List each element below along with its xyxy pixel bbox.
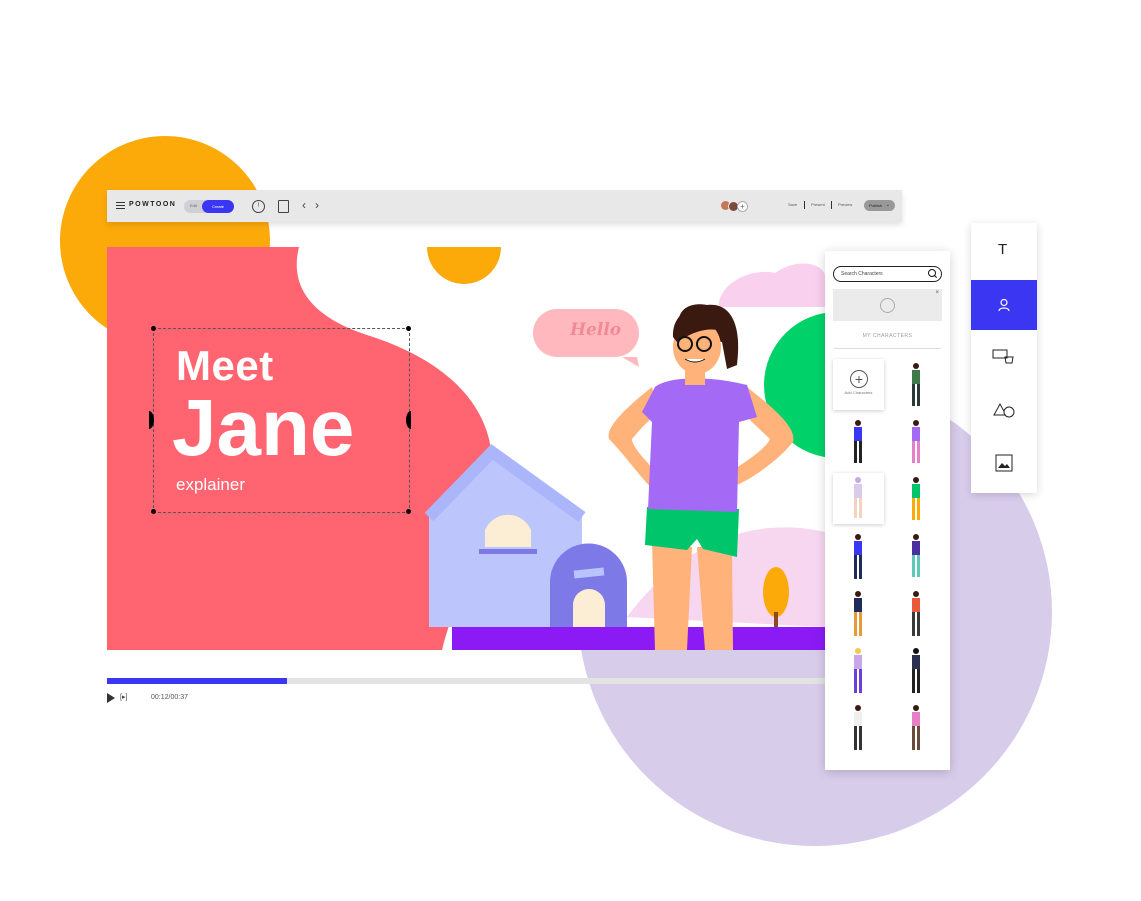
character-thumbnail <box>854 591 862 636</box>
characters-panel: Search Characters × MY CHARACTERS + Add … <box>825 251 950 770</box>
shapes-icon <box>993 402 1015 418</box>
redo-chevron-right-icon[interactable]: › <box>315 198 319 212</box>
person-icon <box>998 298 1010 312</box>
character-thumbnail <box>912 591 920 636</box>
ground-strip <box>452 627 825 650</box>
edit-mode-label[interactable]: Edit <box>190 203 197 208</box>
character-thumbnail <box>912 420 920 463</box>
edit-create-toggle[interactable]: Edit Create <box>184 200 234 213</box>
character-thumbnail <box>912 648 920 693</box>
timeline-progress[interactable] <box>107 678 287 684</box>
props-tool-button[interactable] <box>971 333 1037 383</box>
menu-icon[interactable] <box>116 202 125 210</box>
cloud-shape <box>718 263 825 307</box>
create-mode-button[interactable]: Create <box>202 200 234 213</box>
divider <box>834 348 941 349</box>
character-thumbnail <box>854 477 862 518</box>
resize-handle[interactable] <box>406 509 411 514</box>
character-preview: × <box>833 289 942 321</box>
editor-toolbar: POWTOON Edit Create ! ‹ › + Save Present… <box>107 190 902 222</box>
notes-icon[interactable] <box>278 200 289 213</box>
text-selection-box[interactable] <box>153 328 410 513</box>
window-sill <box>479 549 537 554</box>
resize-handle[interactable] <box>151 509 156 514</box>
text-tool-button[interactable]: T <box>971 225 1037 275</box>
character-thumbnail <box>912 363 920 406</box>
resize-handle[interactable] <box>151 326 156 331</box>
divider <box>831 201 832 209</box>
info-icon[interactable]: ! <box>252 200 265 213</box>
search-characters-input[interactable]: Search Characters <box>833 266 942 282</box>
smiley-icon <box>880 298 895 313</box>
character-thumbnail <box>912 534 920 577</box>
character-thumbnail <box>854 420 862 463</box>
logo: POWTOON <box>129 201 177 208</box>
save-link[interactable]: Save <box>788 202 797 207</box>
close-icon[interactable]: × <box>935 290 939 296</box>
resize-handle[interactable] <box>406 326 411 331</box>
characters-tool-button[interactable] <box>971 280 1037 330</box>
small-tree-shape <box>763 567 789 617</box>
character-grid[interactable] <box>825 351 950 761</box>
tool-rail: T <box>971 223 1037 493</box>
character-thumbnail <box>854 705 862 750</box>
add-collaborator-icon[interactable]: + <box>737 201 748 212</box>
character-thumbnail <box>912 705 920 750</box>
character-thumbnail <box>854 648 862 693</box>
media-tool-button[interactable] <box>971 439 1037 489</box>
search-icon[interactable] <box>928 269 936 277</box>
doghouse-door <box>573 589 605 627</box>
present-link[interactable]: Present <box>811 202 825 207</box>
props-icon <box>992 349 1014 364</box>
text-icon: T <box>998 241 1008 258</box>
shapes-tool-button[interactable] <box>971 386 1037 436</box>
my-characters-label: MY CHARACTERS <box>862 333 913 339</box>
orange-sun-shape <box>427 247 501 284</box>
character-thumbnail <box>854 534 862 579</box>
search-placeholder: Search Characters <box>841 271 883 277</box>
character-thumbnail <box>912 477 920 520</box>
step-forward-icon[interactable]: [▸] <box>120 693 127 701</box>
preview-link[interactable]: Preview <box>838 202 852 207</box>
play-icon[interactable] <box>107 693 115 703</box>
undo-chevron-left-icon[interactable]: ‹ <box>302 198 306 212</box>
publish-button[interactable]: Publish ⌄ <box>864 200 895 211</box>
divider <box>804 201 805 209</box>
playback-time: 00:12/00:37 <box>151 694 188 701</box>
speech-bubble-text[interactable]: Hello <box>570 320 621 340</box>
chevron-down-icon: ⌄ <box>885 202 890 208</box>
image-icon <box>995 454 1013 472</box>
